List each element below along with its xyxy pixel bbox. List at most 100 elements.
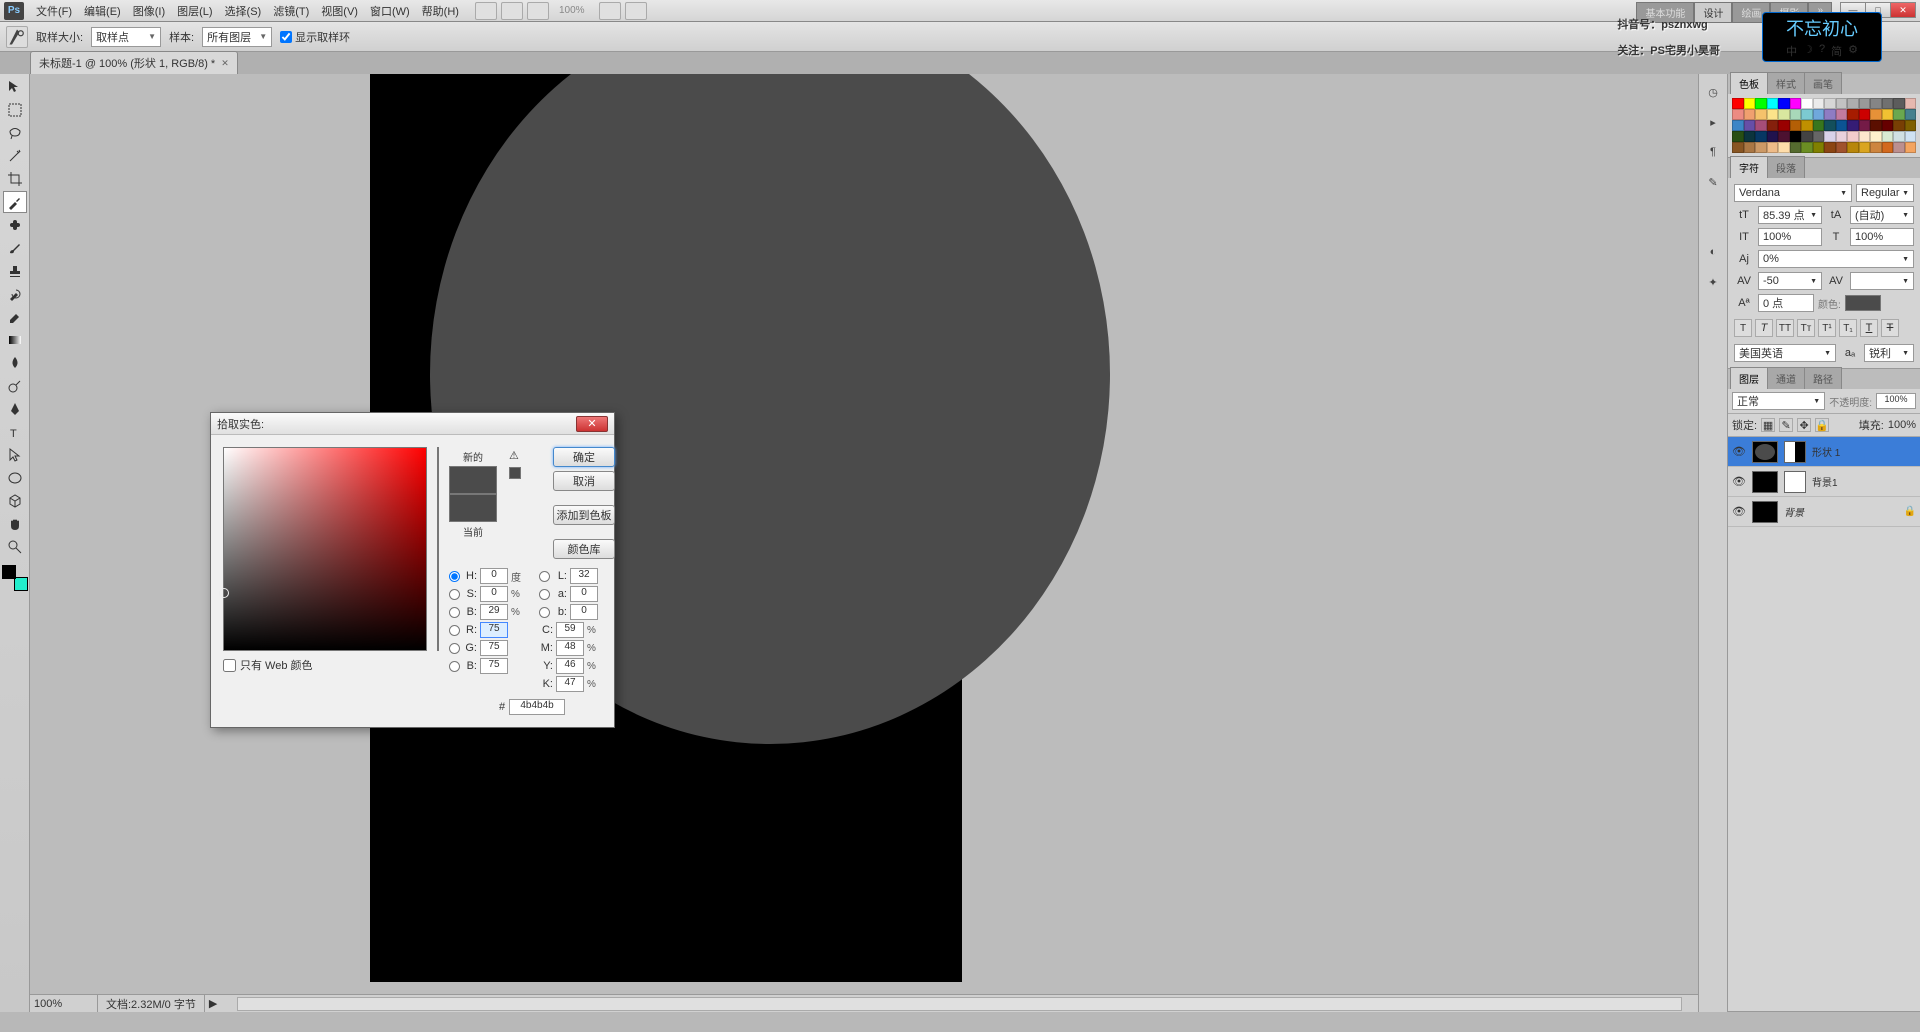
eraser-tool[interactable] [3, 306, 27, 328]
swatch[interactable] [1732, 98, 1744, 109]
crop-tool[interactable] [3, 168, 27, 190]
faux-bold[interactable]: T [1734, 319, 1752, 337]
sample-layers-select[interactable]: 所有图层▼ [202, 27, 272, 47]
stamp-tool[interactable] [3, 260, 27, 282]
opacity-field[interactable]: 100% [1876, 393, 1916, 409]
sample-size-select[interactable]: 取样点▼ [91, 27, 161, 47]
3d-tool[interactable] [3, 490, 27, 512]
menu-filter[interactable]: 滤镜(T) [267, 1, 315, 21]
tab-paths[interactable]: 路径 [1804, 367, 1842, 389]
tracking-select[interactable]: -50▼ [1758, 272, 1822, 290]
foreground-background-swatch[interactable] [2, 565, 28, 591]
vscale-field[interactable]: 100% [1758, 228, 1822, 246]
language-select[interactable]: 美国英语▼ [1734, 344, 1836, 362]
font-style-select[interactable]: Regular▼ [1856, 184, 1914, 202]
lock-position-icon[interactable]: ✥ [1797, 418, 1811, 432]
swatch[interactable] [1905, 142, 1917, 153]
tracking2-select[interactable]: ▼ [1850, 272, 1914, 290]
layer-row-shape1[interactable]: 👁 形状 1 [1728, 437, 1920, 467]
ok-button[interactable]: 确定 [553, 447, 615, 467]
swatch[interactable] [1824, 98, 1836, 109]
field-hex[interactable]: 4b4b4b [509, 699, 565, 715]
all-caps[interactable]: TT [1776, 319, 1794, 337]
swatch[interactable] [1778, 142, 1790, 153]
radio-h[interactable] [449, 571, 460, 582]
layer-name[interactable]: 背景 [1784, 504, 1804, 519]
swatch[interactable] [1767, 109, 1779, 120]
brush-panel-icon[interactable]: ✎ [1703, 172, 1723, 192]
layer-row-bg1[interactable]: 👁 背景1 [1728, 467, 1920, 497]
swatch[interactable] [1767, 142, 1779, 153]
actions-panel-icon[interactable]: ▸ [1703, 112, 1723, 132]
swatch[interactable] [1836, 120, 1848, 131]
field-s[interactable]: 0 [480, 586, 508, 602]
hue-slider[interactable] [437, 447, 439, 651]
swatch[interactable] [1893, 109, 1905, 120]
gamut-warning-icon[interactable]: ⚠ [509, 449, 523, 461]
lock-transparent-icon[interactable]: ▦ [1761, 418, 1775, 432]
swatch[interactable] [1790, 131, 1802, 142]
brush-tool[interactable] [3, 237, 27, 259]
web-colors-checkbox[interactable]: 只有 Web 颜色 [223, 657, 427, 673]
swatch[interactable] [1847, 131, 1859, 142]
kerning-select[interactable]: 0%▼ [1758, 250, 1914, 268]
vector-mask-thumb[interactable] [1784, 471, 1806, 493]
font-size-select[interactable]: 85.39 点▼ [1758, 206, 1822, 224]
swatch[interactable] [1755, 142, 1767, 153]
fill-field[interactable]: 100% [1888, 419, 1916, 431]
swatch[interactable] [1847, 120, 1859, 131]
swatch[interactable] [1836, 109, 1848, 120]
swatch[interactable] [1847, 142, 1859, 153]
menu-select[interactable]: 选择(S) [219, 1, 268, 21]
swatch[interactable] [1870, 131, 1882, 142]
swatch[interactable] [1778, 131, 1790, 142]
swatch[interactable] [1813, 142, 1825, 153]
swatch[interactable] [1767, 120, 1779, 131]
swatch[interactable] [1870, 98, 1882, 109]
radio-bv[interactable] [449, 607, 460, 618]
swatches-grid[interactable] [1728, 94, 1920, 157]
dialog-close-button[interactable]: ✕ [576, 416, 608, 432]
superscript[interactable]: T¹ [1818, 319, 1836, 337]
swatch[interactable] [1882, 109, 1894, 120]
screen-mode-icon[interactable] [625, 2, 647, 20]
swatch[interactable] [1847, 109, 1859, 120]
menu-view[interactable]: 视图(V) [315, 1, 364, 21]
view-extras-icon[interactable] [527, 2, 549, 20]
strikethrough[interactable]: T [1881, 319, 1899, 337]
window-close[interactable]: ✕ [1890, 2, 1916, 18]
tab-channels[interactable]: 通道 [1767, 367, 1805, 389]
swatch[interactable] [1744, 131, 1756, 142]
swatch[interactable] [1755, 98, 1767, 109]
underline[interactable]: T [1860, 319, 1878, 337]
lasso-tool[interactable] [3, 122, 27, 144]
tab-paragraph[interactable]: 段落 [1767, 156, 1805, 178]
antialias-select[interactable]: 锐利▼ [1864, 344, 1914, 362]
launch-bridge-icon[interactable] [475, 2, 497, 20]
visibility-icon[interactable]: 👁 [1732, 505, 1746, 518]
baseline-field[interactable]: 0 点 [1758, 294, 1814, 312]
dodge-tool[interactable] [3, 375, 27, 397]
field-k[interactable]: 47 [556, 676, 584, 692]
field-y[interactable]: 46 [556, 658, 584, 674]
swatch[interactable] [1870, 109, 1882, 120]
history-panel-icon[interactable]: ◷ [1703, 82, 1723, 102]
swatch[interactable] [1824, 109, 1836, 120]
vector-mask-thumb[interactable] [1784, 441, 1806, 463]
color-libraries-button[interactable]: 颜色库 [553, 539, 615, 559]
small-caps[interactable]: Tᴛ [1797, 319, 1815, 337]
swatch[interactable] [1859, 98, 1871, 109]
field-bv[interactable]: 29 [480, 604, 508, 620]
radio-bb[interactable] [449, 661, 460, 672]
text-color-swatch[interactable] [1845, 295, 1881, 311]
menu-layer[interactable]: 图层(L) [171, 1, 218, 21]
lock-pixels-icon[interactable]: ✎ [1779, 418, 1793, 432]
layer-name[interactable]: 背景1 [1812, 474, 1838, 489]
tab-swatches[interactable]: 色板 [1730, 72, 1768, 94]
field-b[interactable]: 0 [570, 604, 598, 620]
swatch[interactable] [1790, 142, 1802, 153]
launch-minibridge-icon[interactable] [501, 2, 523, 20]
tab-brushpresets[interactable]: 画笔 [1804, 72, 1842, 94]
document-tab[interactable]: 未标题-1 @ 100% (形状 1, RGB/8) * ✕ [30, 51, 238, 74]
radio-s[interactable] [449, 589, 460, 600]
